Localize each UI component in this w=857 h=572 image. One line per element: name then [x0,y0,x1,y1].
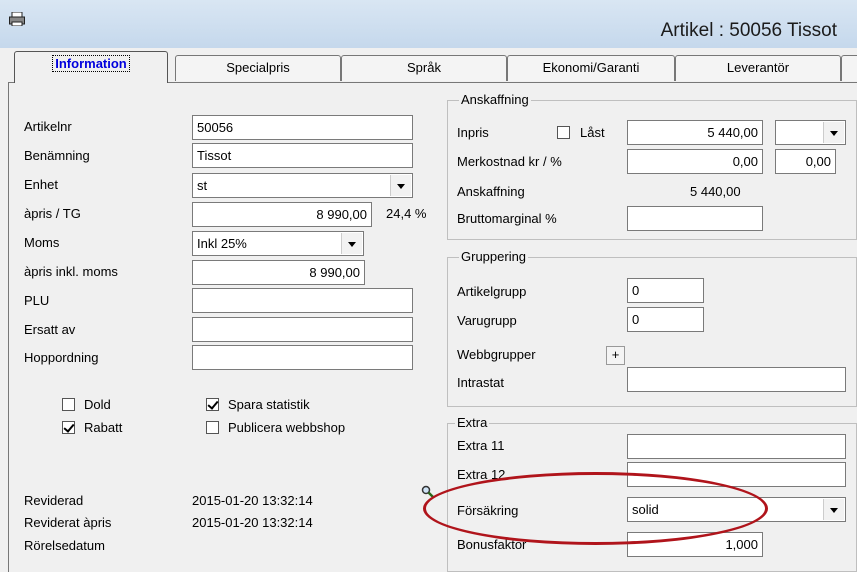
ersatt-label: Ersatt av [24,322,76,337]
chevron-down-icon[interactable] [390,175,411,196]
merkostnad-pct-field[interactable]: 0,00 [775,149,836,174]
webbgrupper-label: Webbgrupper [457,347,536,362]
anskaffning-label: Anskaffning [457,184,525,199]
chevron-down-icon[interactable] [341,233,362,254]
apris-field[interactable]: 8 990,00 [192,202,372,227]
tab-ekonomi-garanti[interactable]: Ekonomi/Garanti [507,55,675,81]
hoppordning-label: Hoppordning [24,350,99,365]
reviderad-label: Reviderad [24,493,84,508]
spara-statistik-label: Spara statistik [228,397,310,412]
inpris-label: Inpris [457,125,489,140]
varugrupp-field[interactable]: 0 [627,307,704,332]
artikelnr-label: Artikelnr [24,119,72,134]
enhet-label: Enhet [24,177,58,192]
artikelgrupp-label: Artikelgrupp [457,284,527,299]
artikelgrupp-field[interactable]: 0 [627,278,704,303]
enhet-select[interactable]: st [192,173,413,198]
dold-label: Dold [84,397,111,412]
dold-checkbox[interactable] [62,398,75,411]
ersatt-field[interactable] [192,317,413,342]
spara-statistik-checkbox[interactable] [206,398,219,411]
tg-value: 24,4 % [386,206,427,221]
reviderat-apris-value: 2015-01-20 13:32:14 [192,515,313,530]
extra-group-title: Extra [455,415,490,430]
rorelsedatum-label: Rörelsedatum [24,538,105,553]
moms-value: Inkl 25% [197,236,247,251]
benamning-label: Benämning [24,148,90,163]
merkostnad-kr-field[interactable]: 0,00 [627,149,763,174]
extra11-field[interactable] [627,434,846,459]
window-title: Artikel : 50056 Tissot [660,20,837,41]
publicera-webbshop-label: Publicera webbshop [228,420,346,435]
apris-inkl-label: àpris inkl. moms [24,264,118,279]
inpris-field[interactable]: 5 440,00 [627,120,763,145]
inpris-currency-select[interactable] [775,120,846,145]
forsakring-select[interactable]: solid [627,497,846,522]
last-label: Låst [580,125,605,140]
varugrupp-label: Varugrupp [457,313,517,328]
plu-label: PLU [24,293,50,308]
tab-sprak[interactable]: Språk [341,55,507,81]
last-checkbox[interactable] [557,126,570,139]
add-webbgrupp-button[interactable]: + [606,346,625,365]
anskaffning-value: 5 440,00 [690,184,741,199]
moms-select[interactable]: Inkl 25% [192,231,364,256]
merkostnad-label: Merkostnad kr / % [457,154,562,169]
tab-more[interactable] [841,55,857,81]
chevron-down-icon[interactable] [823,499,844,520]
apris-label: àpris / TG [24,206,81,221]
bruttomarginal-field[interactable] [627,206,763,231]
tab-specialpris[interactable]: Specialpris [175,55,341,81]
gruppering-group-title: Gruppering [459,249,529,264]
rabatt-checkbox[interactable] [62,421,75,434]
reviderat-apris-label: Reviderat àpris [24,515,112,530]
tab-information[interactable]: Information [14,51,168,83]
bonusfaktor-label: Bonusfaktor [457,537,527,552]
plu-field[interactable] [192,288,413,313]
publicera-webbshop-checkbox[interactable] [206,421,219,434]
artikelnr-field[interactable]: 50056 [192,115,413,140]
extra12-label: Extra 12 [457,467,506,482]
bonusfaktor-field[interactable]: 1,000 [627,532,763,557]
reviderad-value: 2015-01-20 13:32:14 [192,493,313,508]
benamning-field[interactable]: Tissot [192,143,413,168]
bruttomarginal-label: Bruttomarginal % [457,211,557,226]
rabatt-label: Rabatt [84,420,123,435]
forsakring-label: Försäkring [457,503,519,518]
magnifier-icon[interactable] [421,485,435,499]
chevron-down-icon[interactable] [823,122,844,143]
enhet-value: st [197,178,208,193]
intrastat-field[interactable] [627,367,846,392]
intrastat-label: Intrastat [457,375,504,390]
moms-label: Moms [24,235,60,250]
printer-icon[interactable] [9,12,25,26]
tab-leverantor[interactable]: Leverantör [675,55,841,81]
extra12-field[interactable] [627,462,846,487]
forsakring-value: solid [632,502,659,517]
hoppordning-field[interactable] [192,345,413,370]
extra11-label: Extra 11 [457,438,505,453]
anskaffning-group-title: Anskaffning [459,92,531,107]
apris-inkl-field[interactable]: 8 990,00 [192,260,365,285]
